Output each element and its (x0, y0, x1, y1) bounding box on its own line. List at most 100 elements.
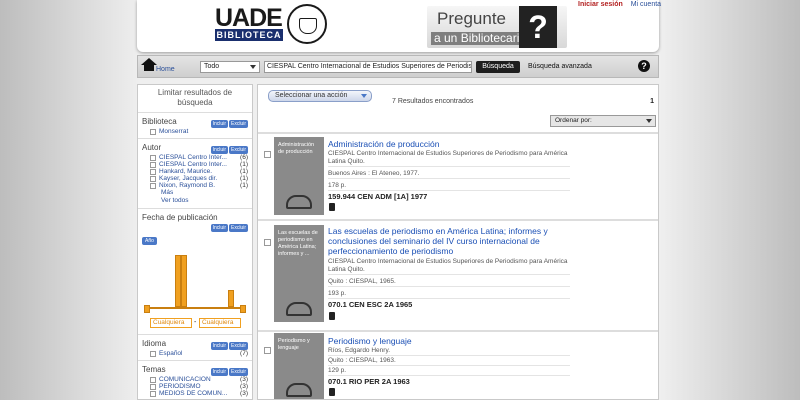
facet-checkbox[interactable] (150, 161, 156, 168)
record-divider (258, 132, 658, 134)
facet-checkbox[interactable] (150, 128, 156, 135)
facet-item[interactable]: Nixon, Raymond B. (1) (142, 182, 248, 189)
chevron-down-icon (250, 65, 256, 69)
include-button[interactable]: Incluir (210, 368, 228, 376)
action-select[interactable]: Seleccionar una acción (268, 90, 372, 102)
record-checkbox[interactable] (264, 347, 271, 354)
search-bar: Home Todo CIESPAL Centro Internacional d… (137, 55, 659, 78)
facet-checkbox[interactable] (150, 175, 156, 182)
include-button[interactable]: Incluir (210, 342, 228, 350)
exclude-button[interactable]: Excluir (228, 342, 248, 350)
search-scope-select[interactable]: Todo (200, 61, 260, 73)
home-icon[interactable] (141, 58, 157, 71)
record-publisher: Buenos Aires : El Ateneo, 1977. (328, 170, 570, 179)
cover-ornament-icon (286, 195, 312, 209)
histogram-bar[interactable] (174, 255, 181, 307)
record-checkbox[interactable] (264, 151, 271, 158)
facet-item[interactable]: Monserrat (142, 128, 248, 135)
facet-label: Idioma (142, 339, 167, 348)
facet-temas: Temas Incluir Excluir COMUNICACION (3) PER… (138, 361, 252, 399)
advanced-search-link[interactable]: Búsqueda avanzada (528, 63, 592, 70)
record-author[interactable]: CIESPAL Centro Internacional de Estudios… (328, 258, 570, 275)
range-start-handle[interactable] (144, 305, 150, 313)
facet-item-count: (3) (240, 390, 248, 397)
facet-idioma: Idioma Incluir Excluir Español (7) (138, 335, 252, 361)
facet-checkbox[interactable] (150, 350, 156, 357)
top-links: Iniciar sesión Mi cuenta (578, 1, 667, 8)
record-call-number: 159.944 CEN ADM [1A] 1977 (328, 192, 428, 201)
facet-item-count: (3) (240, 376, 248, 383)
results-count: 7 Resultados encontrados (392, 98, 474, 105)
page-number[interactable]: 1 (650, 98, 654, 105)
facet-checkbox[interactable] (150, 390, 156, 397)
sort-select[interactable]: Ordenar por: (550, 115, 656, 127)
help-icon[interactable]: ? (638, 60, 650, 72)
facet-checkbox[interactable] (150, 383, 156, 390)
facet-checkbox[interactable] (150, 154, 156, 161)
record-author[interactable]: Ríos, Edgardo Henry. (328, 347, 570, 356)
see-all-link[interactable]: Ver todos (142, 197, 248, 205)
exclude-button[interactable]: Excluir (228, 368, 248, 376)
record-title[interactable]: Administración de producción (328, 139, 568, 149)
facet-item[interactable]: CIESPAL Centro Inter... (1) (142, 161, 248, 168)
include-button[interactable]: Incluir (210, 224, 228, 232)
question-mark-icon: ? (519, 6, 557, 48)
facet-item-count: (1) (240, 182, 248, 189)
facet-item[interactable]: Hankard, Maurice. (1) (142, 168, 248, 175)
facet-item[interactable]: Kayser, Jacques dir. (1) (142, 175, 248, 182)
book-cover[interactable]: Las escuelas de periodismo en América La… (274, 225, 324, 322)
facet-item-label: CIESPAL Centro Inter... (159, 154, 227, 161)
login-link[interactable]: Iniciar sesión (578, 1, 623, 8)
home-link[interactable]: Home (156, 66, 175, 73)
facet-item[interactable]: Español (7) (142, 350, 248, 357)
exclude-button[interactable]: Excluir (228, 120, 248, 128)
facet-item[interactable]: CIESPAL Centro Inter... (6) (142, 154, 248, 161)
facet-item-count: (1) (240, 175, 248, 182)
histogram-bar[interactable] (181, 255, 188, 307)
facet-item-label: PERIODISMO (159, 383, 201, 390)
facet-checkbox[interactable] (150, 168, 156, 175)
year-button[interactable]: Año (142, 237, 157, 245)
book-cover[interactable]: Administración de producción (274, 137, 324, 215)
record-author[interactable]: CIESPAL Centro Internacional de Estudios… (328, 150, 570, 167)
facet-item-count: (6) (240, 154, 248, 161)
histogram-bar[interactable] (228, 289, 234, 307)
facet-item[interactable]: PERIODISMO (3) (142, 383, 248, 390)
record-pages: 193 p. (328, 290, 570, 299)
histogram-axis (144, 307, 246, 309)
more-link[interactable]: Más (142, 189, 248, 197)
facet-biblioteca: Biblioteca Incluir Excluir Monserrat (138, 113, 252, 139)
facet-item[interactable]: COMUNICACION (3) (142, 376, 248, 383)
account-link[interactable]: Mi cuenta (631, 1, 661, 8)
search-button[interactable]: Búsqueda (476, 61, 520, 73)
facet-item[interactable]: MEDIOS DE COMUN... (3) (142, 390, 248, 397)
record-title[interactable]: Las escuelas de periodismo en América La… (328, 226, 568, 256)
facet-item-label: Nixon, Raymond B. (159, 182, 215, 189)
ask-librarian-banner[interactable]: Pregunte a un Bibliotecario ? (427, 6, 567, 48)
range-separator: - (194, 319, 197, 326)
record-checkbox[interactable] (264, 239, 271, 246)
facet-label: Biblioteca (142, 117, 177, 126)
exclude-button[interactable]: Excluir (228, 146, 248, 154)
biblioteca-logo[interactable]: BIBLIOTECA (215, 29, 283, 41)
include-button[interactable]: Incluir (210, 120, 228, 128)
date-to-input[interactable]: Cualquiera (199, 318, 241, 328)
facet-checkbox[interactable] (150, 182, 156, 189)
uade-logo[interactable]: UADE (215, 6, 283, 31)
record-divider (258, 219, 658, 221)
book-icon (329, 388, 335, 396)
book-icon (329, 203, 335, 211)
range-end-handle[interactable] (240, 305, 246, 313)
date-from-input[interactable]: Cualquiera (150, 318, 192, 328)
facet-checkbox[interactable] (150, 376, 156, 383)
record-title[interactable]: Periodismo y lenguaje (328, 336, 568, 346)
date-histogram[interactable] (142, 247, 248, 317)
facet-fecha: Fecha de publicación Incluir Excluir Año … (138, 209, 252, 335)
include-button[interactable]: Incluir (210, 146, 228, 154)
cover-ornament-icon (286, 302, 312, 316)
search-input[interactable]: CIESPAL Centro Internacional de Estudios… (264, 61, 472, 73)
ask-librarian-subtitle: a un Bibliotecario (431, 32, 530, 45)
book-cover[interactable]: Periodismo y lenguaje (274, 333, 324, 399)
exclude-button[interactable]: Excluir (228, 224, 248, 232)
facet-item-label: Español (159, 350, 183, 357)
